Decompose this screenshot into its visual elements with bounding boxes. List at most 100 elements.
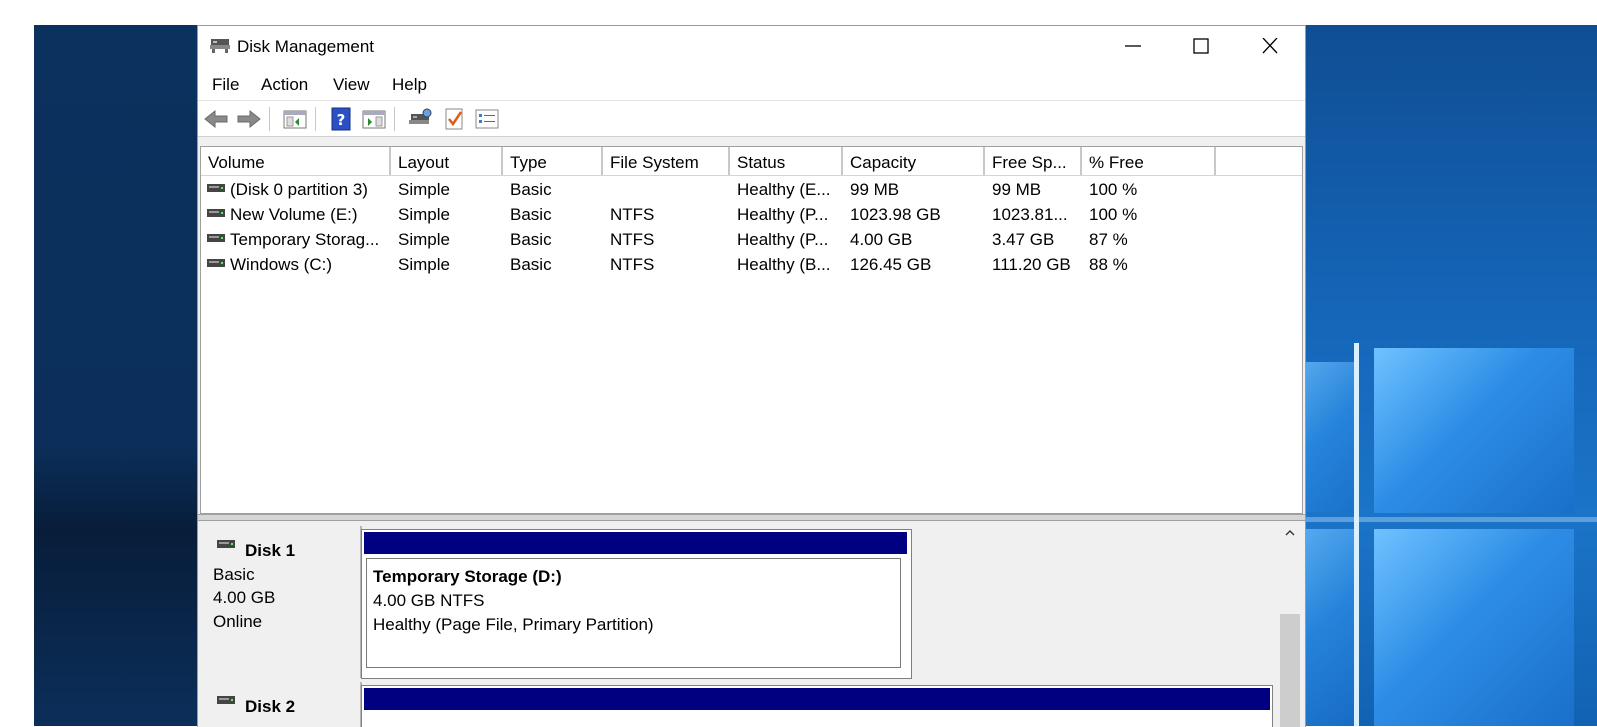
cell-layout: Simple	[398, 180, 450, 199]
table-row[interactable]: Windows (C:) Simple Basic NTFS Healthy (…	[201, 252, 1302, 277]
volume-disk-icon	[207, 259, 225, 267]
column-header-free-space[interactable]: Free Sp...	[985, 147, 1082, 175]
pane-splitter[interactable]	[198, 514, 1305, 521]
cell-capacity: 126.45 GB	[850, 255, 932, 274]
column-header-type[interactable]: Type	[503, 147, 603, 175]
windows-logo-pane	[1304, 362, 1359, 512]
vertical-scrollbar[interactable]	[1278, 522, 1302, 727]
cell-type: Basic	[510, 230, 552, 249]
menu-view[interactable]: View	[333, 75, 370, 95]
disk-2-name: Disk 2	[245, 697, 296, 716]
chevron-up-icon	[1285, 530, 1295, 536]
disk-icon	[217, 540, 235, 548]
cell-percent-free: 100 %	[1089, 180, 1138, 199]
cell-file-system: NTFS	[610, 205, 655, 224]
cell-status: Healthy (E...	[737, 180, 831, 199]
disk-management-icon	[209, 38, 231, 54]
cell-capacity: 99 MB	[850, 180, 900, 199]
volume-disk-icon	[207, 234, 225, 242]
disk-1-size: 4.00 GB	[213, 588, 276, 607]
cell-status: Healthy (B...	[737, 255, 831, 274]
volume-disk-icon	[207, 184, 225, 192]
back-icon[interactable]	[203, 106, 229, 132]
volume-disk-icon	[207, 209, 225, 217]
cell-free-space: 1023.81...	[992, 205, 1068, 224]
column-header-layout[interactable]: Layout	[391, 147, 503, 175]
table-row[interactable]: (Disk 0 partition 3) Simple Basic Health…	[201, 177, 1302, 202]
disk-1-type: Basic	[213, 565, 255, 584]
svg-text:?: ?	[337, 111, 346, 129]
properties-check-icon[interactable]	[441, 106, 467, 132]
maximize-icon	[1193, 38, 1209, 54]
cell-volume: (Disk 0 partition 3)	[230, 180, 368, 199]
cell-type: Basic	[510, 180, 552, 199]
column-header-status[interactable]: Status	[730, 147, 843, 175]
disk-1-state: Online	[213, 612, 263, 631]
scrollbar-thumb[interactable]	[1280, 614, 1300, 727]
cell-free-space: 3.47 GB	[992, 230, 1055, 249]
disk-management-window: Disk Management File Action View Help ? …	[197, 25, 1306, 727]
logo-glow-line	[1304, 517, 1597, 522]
graphical-disk-view: Disk 1 Basic 4.00 GB Online Temporary St…	[200, 522, 1303, 727]
desktop-left-region	[34, 25, 197, 726]
cell-percent-free: 100 %	[1089, 205, 1138, 224]
column-header-file-system[interactable]: File System	[603, 147, 730, 175]
toolbar-separator	[269, 107, 270, 131]
show-hide-action-pane-icon[interactable]	[361, 106, 387, 132]
settings-list-icon[interactable]	[474, 106, 500, 132]
maximize-button[interactable]	[1167, 26, 1235, 66]
disk-2-partition[interactable]	[361, 685, 1273, 727]
cell-type: Basic	[510, 205, 552, 224]
minimize-icon	[1125, 45, 1141, 47]
cell-volume: Temporary Storag...	[230, 230, 380, 249]
cell-volume: New Volume (E:)	[230, 205, 358, 224]
logo-glow-line	[1354, 343, 1359, 726]
close-icon	[1262, 38, 1278, 54]
cell-status: Healthy (P...	[737, 205, 829, 224]
cell-file-system: NTFS	[610, 255, 655, 274]
desktop-windows-logo-region	[1304, 25, 1597, 726]
window-title: Disk Management	[237, 37, 375, 56]
disk-icon	[217, 696, 235, 704]
menu-help[interactable]: Help	[392, 75, 427, 95]
forward-icon[interactable]	[236, 106, 262, 132]
show-hide-console-tree-icon[interactable]	[282, 106, 308, 132]
help-icon[interactable]: ?	[328, 106, 354, 132]
menu-bar: File Action View Help	[198, 66, 1305, 101]
cell-capacity: 1023.98 GB	[850, 205, 941, 224]
toolbar: ?	[198, 101, 1305, 137]
volume-list: Volume Layout Type File System Status Ca…	[200, 146, 1303, 514]
scroll-up-button[interactable]	[1278, 522, 1302, 544]
partition-status: Healthy (Page File, Primary Partition)	[373, 615, 654, 634]
menu-file[interactable]: File	[212, 75, 239, 95]
windows-logo-pane	[1374, 529, 1574, 726]
volume-list-header: Volume Layout Type File System Status Ca…	[201, 147, 1302, 176]
cell-layout: Simple	[398, 255, 450, 274]
primary-partition-bar	[364, 688, 1270, 710]
rescan-disks-icon[interactable]	[407, 106, 433, 132]
minimize-button[interactable]	[1099, 26, 1167, 66]
column-header-volume[interactable]: Volume	[201, 147, 391, 175]
cell-file-system: NTFS	[610, 230, 655, 249]
primary-partition-bar	[364, 532, 907, 554]
cell-free-space: 99 MB	[992, 180, 1042, 199]
menu-action[interactable]: Action	[261, 75, 308, 95]
partition-details: Temporary Storage (D:) 4.00 GB NTFS Heal…	[366, 558, 901, 668]
cell-layout: Simple	[398, 230, 450, 249]
cell-layout: Simple	[398, 205, 450, 224]
table-row[interactable]: New Volume (E:) Simple Basic NTFS Health…	[201, 202, 1302, 227]
toolbar-separator	[394, 107, 395, 131]
column-header-capacity[interactable]: Capacity	[843, 147, 985, 175]
disk-2-label[interactable]: Disk 2	[200, 682, 362, 727]
cell-volume: Windows (C:)	[230, 255, 333, 274]
title-bar[interactable]: Disk Management	[198, 26, 1305, 66]
disk-1-label[interactable]: Disk 1 Basic 4.00 GB Online	[200, 526, 362, 678]
table-row[interactable]: Temporary Storag... Simple Basic NTFS He…	[201, 227, 1302, 252]
partition-size-fs: 4.00 GB NTFS	[373, 591, 485, 610]
column-header-percent-free[interactable]: % Free	[1082, 147, 1216, 175]
partition-temporary-storage[interactable]: Temporary Storage (D:) 4.00 GB NTFS Heal…	[361, 529, 912, 679]
cell-free-space: 111.20 GB	[992, 255, 1071, 274]
close-button[interactable]	[1236, 26, 1304, 66]
cell-status: Healthy (P...	[737, 230, 829, 249]
cell-percent-free: 88 %	[1089, 255, 1128, 274]
